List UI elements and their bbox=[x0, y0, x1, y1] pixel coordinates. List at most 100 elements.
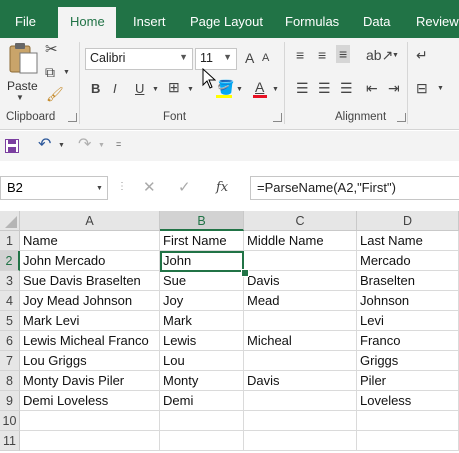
align-top-icon[interactable]: ≡ bbox=[296, 48, 304, 62]
font-size-select[interactable]: 11 ▼ bbox=[195, 48, 237, 70]
formula-input[interactable]: =ParseName(A2,"First") bbox=[250, 176, 459, 200]
column-header-a[interactable]: A bbox=[20, 211, 160, 231]
row-header[interactable]: 2 bbox=[0, 251, 20, 271]
row-header[interactable]: 6 bbox=[0, 331, 20, 351]
cell-d2[interactable]: Mercado bbox=[357, 251, 459, 271]
column-header-b[interactable]: B bbox=[160, 211, 244, 231]
chevron-down-icon[interactable]: ▼ bbox=[96, 185, 103, 192]
column-header-c[interactable]: C bbox=[244, 211, 357, 231]
format-painter-icon[interactable]: 🖌 bbox=[46, 87, 64, 101]
align-left-icon[interactable]: ☰ bbox=[296, 81, 309, 95]
column-header-d[interactable]: D bbox=[357, 211, 459, 231]
tab-review[interactable]: Review bbox=[416, 14, 459, 29]
cell-c7[interactable] bbox=[244, 351, 357, 371]
select-all-corner[interactable] bbox=[0, 211, 20, 231]
paste-button[interactable]: Paste ▼ bbox=[3, 41, 41, 102]
row-header[interactable]: 4 bbox=[0, 291, 20, 311]
cell-c9[interactable] bbox=[244, 391, 357, 411]
grow-font-button[interactable]: A bbox=[245, 51, 254, 65]
underline-button[interactable]: U bbox=[135, 82, 144, 95]
chevron-down-icon[interactable]: ▼ bbox=[392, 52, 399, 59]
row-header[interactable]: 1 bbox=[0, 231, 20, 251]
font-color-button[interactable]: A bbox=[255, 80, 264, 94]
cell-c4[interactable]: Mead bbox=[244, 291, 357, 311]
font-launcher-icon[interactable] bbox=[273, 113, 282, 122]
row-header[interactable]: 11 bbox=[0, 431, 20, 451]
align-center-icon[interactable]: ☰ bbox=[318, 81, 331, 95]
cell-a9[interactable]: Demi Loveless bbox=[20, 391, 160, 411]
cell-a2[interactable]: John Mercado bbox=[20, 251, 160, 271]
cell-d11[interactable] bbox=[357, 431, 459, 451]
shrink-font-button[interactable]: A bbox=[262, 53, 269, 64]
row-header[interactable]: 7 bbox=[0, 351, 20, 371]
chevron-down-icon[interactable]: ▼ bbox=[272, 86, 279, 93]
cell-a1[interactable]: Name bbox=[20, 231, 160, 251]
cell-a8[interactable]: Monty Davis Piler bbox=[20, 371, 160, 391]
cell-d4[interactable]: Johnson bbox=[357, 291, 459, 311]
cell-d6[interactable]: Franco bbox=[357, 331, 459, 351]
cell-c6[interactable]: Micheal bbox=[244, 331, 357, 351]
copy-icon[interactable]: ⧉ bbox=[45, 65, 55, 79]
cancel-icon[interactable]: ✕ bbox=[143, 180, 156, 195]
cell-b3[interactable]: Sue bbox=[160, 271, 244, 291]
cell-a5[interactable]: Mark Levi bbox=[20, 311, 160, 331]
merge-center-icon[interactable]: ⊟ bbox=[416, 81, 428, 95]
tab-page-layout[interactable]: Page Layout bbox=[190, 14, 263, 29]
customize-qat-icon[interactable]: = bbox=[116, 140, 121, 149]
increase-indent-icon[interactable]: ⇥ bbox=[388, 81, 400, 95]
decrease-indent-icon[interactable]: ⇤ bbox=[366, 81, 378, 95]
alignment-launcher-icon[interactable] bbox=[397, 113, 406, 122]
tab-home[interactable]: Home bbox=[58, 7, 116, 38]
cell-d1[interactable]: Last Name bbox=[357, 231, 459, 251]
cell-c5[interactable] bbox=[244, 311, 357, 331]
cell-b11[interactable] bbox=[160, 431, 244, 451]
align-middle-icon[interactable]: ≡ bbox=[318, 48, 326, 62]
chevron-down-icon[interactable]: ▼ bbox=[63, 69, 70, 76]
cell-b1[interactable]: First Name bbox=[160, 231, 244, 251]
enter-icon[interactable]: ✓ bbox=[178, 180, 191, 195]
cell-c3[interactable]: Davis bbox=[244, 271, 357, 291]
cell-d7[interactable]: Griggs bbox=[357, 351, 459, 371]
insert-function-button[interactable]: fx bbox=[216, 181, 228, 194]
cell-b9[interactable]: Demi bbox=[160, 391, 244, 411]
cell-c2[interactable] bbox=[244, 251, 357, 271]
row-header[interactable]: 8 bbox=[0, 371, 20, 391]
orientation-icon[interactable]: ab↗ bbox=[366, 48, 393, 62]
cell-d9[interactable]: Loveless bbox=[357, 391, 459, 411]
cell-b7[interactable]: Lou bbox=[160, 351, 244, 371]
clipboard-launcher-icon[interactable] bbox=[68, 113, 77, 122]
row-header[interactable]: 10 bbox=[0, 411, 20, 431]
cell-a3[interactable]: Sue Davis Braselten bbox=[20, 271, 160, 291]
cell-d8[interactable]: Piler bbox=[357, 371, 459, 391]
tab-file[interactable]: File bbox=[15, 14, 36, 29]
cell-a7[interactable]: Lou Griggs bbox=[20, 351, 160, 371]
fill-color-icon[interactable]: 🪣 bbox=[217, 80, 234, 94]
cell-c11[interactable] bbox=[244, 431, 357, 451]
cell-a11[interactable] bbox=[20, 431, 160, 451]
cell-d3[interactable]: Braselten bbox=[357, 271, 459, 291]
cell-d10[interactable] bbox=[357, 411, 459, 431]
font-name-select[interactable]: Calibri ▼ bbox=[85, 48, 193, 70]
save-icon[interactable] bbox=[5, 139, 19, 153]
align-right-icon[interactable]: ☰ bbox=[340, 81, 353, 95]
tab-formulas[interactable]: Formulas bbox=[285, 14, 339, 29]
row-header[interactable]: 5 bbox=[0, 311, 20, 331]
cell-c1[interactable]: Middle Name bbox=[244, 231, 357, 251]
cell-b8[interactable]: Monty bbox=[160, 371, 244, 391]
tab-insert[interactable]: Insert bbox=[133, 14, 166, 29]
chevron-down-icon[interactable]: ▼ bbox=[236, 86, 243, 93]
cell-b10[interactable] bbox=[160, 411, 244, 431]
row-header[interactable]: 9 bbox=[0, 391, 20, 411]
chevron-down-icon[interactable]: ▼ bbox=[152, 86, 159, 93]
fill-handle[interactable] bbox=[241, 269, 249, 277]
cell-a10[interactable] bbox=[20, 411, 160, 431]
cell-b6[interactable]: Lewis bbox=[160, 331, 244, 351]
cell-b4[interactable]: Joy bbox=[160, 291, 244, 311]
cell-d5[interactable]: Levi bbox=[357, 311, 459, 331]
cut-icon[interactable]: ✂ bbox=[45, 42, 58, 57]
cell-c10[interactable] bbox=[244, 411, 357, 431]
align-bottom-icon[interactable]: ≡ bbox=[336, 45, 351, 63]
chevron-down-icon[interactable]: ▼ bbox=[58, 142, 65, 149]
chevron-down-icon[interactable]: ▼ bbox=[98, 142, 105, 149]
cell-a6[interactable]: Lewis Micheal Franco bbox=[20, 331, 160, 351]
